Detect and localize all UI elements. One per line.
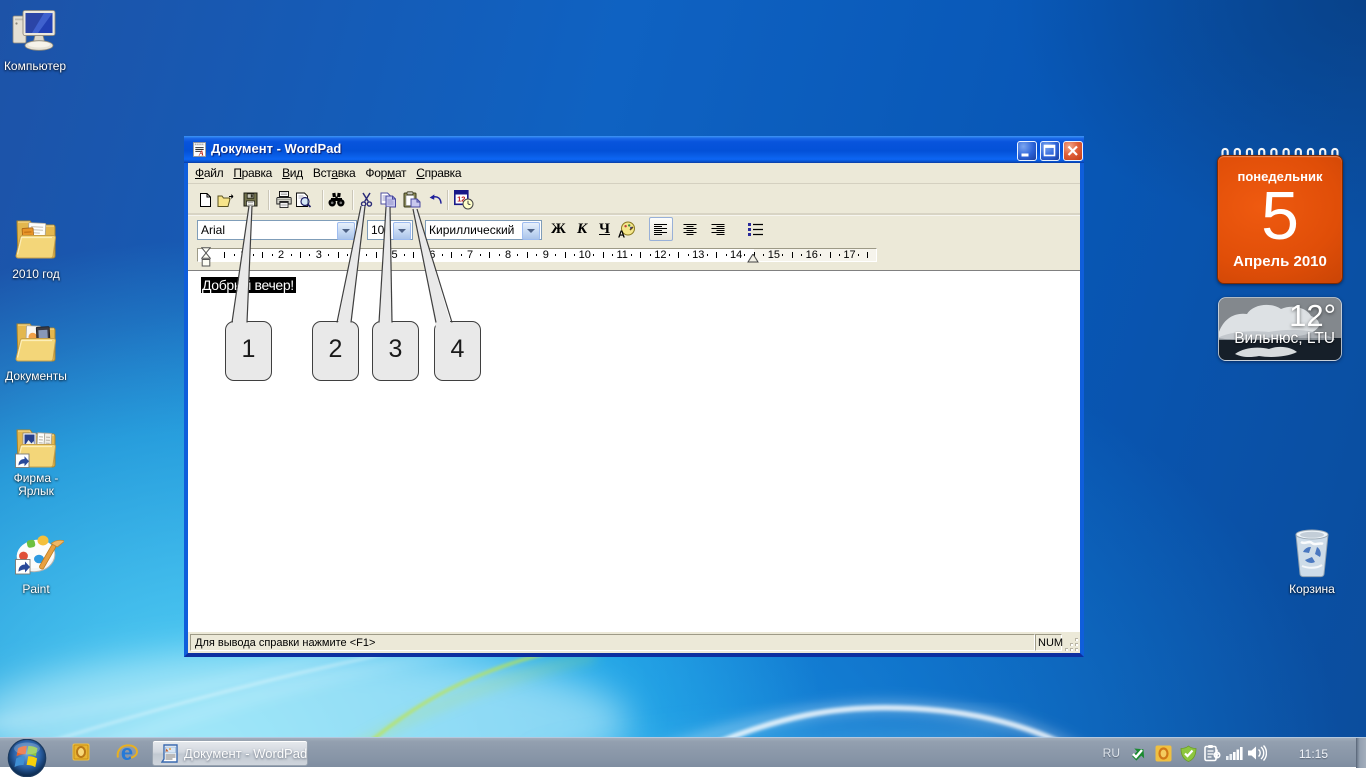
svg-text:A: A [618,230,625,240]
svg-text:A: A [198,149,204,157]
